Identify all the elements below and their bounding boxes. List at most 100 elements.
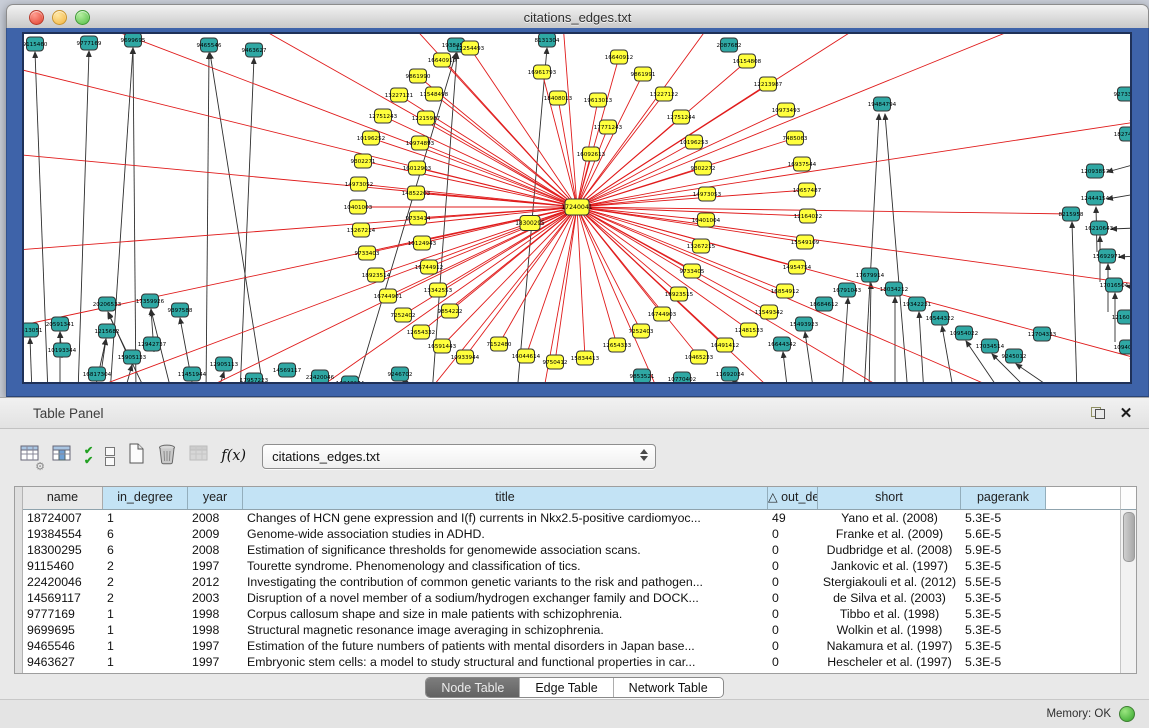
graph-edge[interactable] xyxy=(240,58,254,382)
delete-table-button[interactable] xyxy=(189,442,209,470)
table-row[interactable]: 946362711997Embryonic stem cells: a mode… xyxy=(23,654,1136,670)
show-columns-button[interactable] xyxy=(52,442,72,470)
cell-title: Tourette syndrome. Phenomenology and cla… xyxy=(243,558,768,574)
graph-edge[interactable] xyxy=(1072,222,1077,382)
graph-edge[interactable] xyxy=(78,51,89,382)
table-source-select[interactable]: citations_edges.txt xyxy=(262,444,656,469)
graph-edge[interactable] xyxy=(558,98,577,207)
column-header-title[interactable]: title xyxy=(243,487,768,509)
delete-column-button[interactable] xyxy=(157,442,177,470)
graph-node-label: 14569117 xyxy=(273,368,302,374)
create-column-button[interactable] xyxy=(127,442,145,470)
table-row[interactable]: 1938455462009Genome-wide association stu… xyxy=(23,526,1136,542)
float-panel-icon xyxy=(1091,407,1105,419)
close-panel-button[interactable]: ✕ xyxy=(1115,403,1137,423)
window-titlebar[interactable]: citations_edges.txt xyxy=(6,4,1149,30)
graph-edge[interactable] xyxy=(124,365,132,382)
graph-edge[interactable] xyxy=(92,34,577,207)
graph-node-label: 10954022 xyxy=(950,331,978,337)
float-panel-button[interactable] xyxy=(1087,403,1109,423)
column-header-in_degree[interactable]: in_degree xyxy=(103,487,188,509)
cell-short: Stergiakouli et al. (2012) xyxy=(818,574,961,590)
table-options-button[interactable]: ⚙ xyxy=(20,442,40,470)
graph-edge[interactable] xyxy=(805,332,814,382)
graph-edge[interactable] xyxy=(577,207,1130,284)
graph-edge[interactable] xyxy=(210,53,264,382)
zoom-window-button[interactable] xyxy=(75,10,90,25)
column-header-pagerank[interactable]: pagerank xyxy=(961,487,1046,509)
function-builder-icon: f(x) xyxy=(221,448,246,464)
graph-edge[interactable] xyxy=(242,34,577,207)
graph-node-label: 19613013 xyxy=(584,98,613,104)
graph-edge[interactable] xyxy=(217,372,224,382)
graph-node-label: 9699695 xyxy=(121,38,146,44)
graph-node-label: 19484794 xyxy=(868,102,897,108)
table-row[interactable]: 946554611997Estimation of the future num… xyxy=(23,638,1136,654)
graph-node-label: 16937544 xyxy=(788,162,817,168)
tab-node-table[interactable]: Node Table xyxy=(426,678,520,697)
function-builder-button[interactable]: f(x) xyxy=(221,442,246,470)
graph-edge[interactable] xyxy=(562,34,577,207)
cell-name: 18724007 xyxy=(23,510,103,526)
table-row[interactable]: 1456911722003Disruption of a novel membe… xyxy=(23,590,1136,606)
graph-edge[interactable] xyxy=(577,74,643,207)
graph-edge[interactable] xyxy=(1016,364,1060,382)
graph-edge[interactable] xyxy=(842,298,848,382)
tab-network-table[interactable]: Network Table xyxy=(614,678,723,697)
vertical-scrollbar[interactable] xyxy=(1120,510,1136,673)
cell-in_degree: 1 xyxy=(103,510,188,526)
network-canvas[interactable]: 9115460977716996996959465546946362719384… xyxy=(24,34,1130,382)
graph-edge[interactable] xyxy=(470,48,577,207)
graph-edge[interactable] xyxy=(577,34,1042,207)
column-header-name[interactable]: name xyxy=(23,487,103,509)
row-height-button[interactable] xyxy=(105,442,115,470)
graph-node-label: 18034212 xyxy=(880,287,908,293)
graph-edge[interactable] xyxy=(24,207,577,252)
graph-edge[interactable] xyxy=(1111,228,1130,229)
table-row[interactable]: 2242004622012Investigating the contribut… xyxy=(23,574,1136,590)
graph-node-label: 9861991 xyxy=(631,72,656,78)
table-row[interactable]: 1872400712008Changes of HCN gene express… xyxy=(23,510,1136,526)
table-row[interactable]: 1830029562008Estimation of significance … xyxy=(23,542,1136,558)
column-header-year[interactable]: year xyxy=(188,487,243,509)
select-columns-button[interactable]: ✔✔ xyxy=(84,442,93,470)
graph-edge[interactable] xyxy=(363,161,577,207)
cell-year: 1998 xyxy=(188,622,243,638)
graph-edge[interactable] xyxy=(420,143,577,207)
graph-edge[interactable] xyxy=(434,94,577,207)
graph-node-label: 8215958 xyxy=(1059,212,1084,218)
graph-edge[interactable] xyxy=(450,207,577,311)
graph-node-label: 9750412 xyxy=(543,360,568,366)
table-panel: Table Panel ✕ ⚙ ✔✔ xyxy=(0,397,1149,728)
table-row[interactable]: 911546021997Tourette syndrome. Phenomeno… xyxy=(23,558,1136,574)
cell-short: Dudbridge et al. (2008) xyxy=(818,542,961,558)
graph-node-label: 7152480 xyxy=(487,342,512,348)
graph-edge[interactable] xyxy=(206,53,209,382)
graph-edge[interactable] xyxy=(30,338,32,382)
graph-edge[interactable] xyxy=(919,312,924,382)
tab-edge-table[interactable]: Edge Table xyxy=(520,678,613,697)
graph-node-label: 10465233 xyxy=(685,355,714,361)
close-window-button[interactable] xyxy=(29,10,44,25)
graph-edge[interactable] xyxy=(1107,164,1130,172)
graph-edge[interactable] xyxy=(783,352,788,382)
graph-edge[interactable] xyxy=(577,207,662,314)
graph-edge[interactable] xyxy=(577,34,722,207)
graph-node-label: 14852203 xyxy=(402,191,431,197)
graph-node-label: 14954754 xyxy=(783,265,812,271)
column-header-out_degree[interactable]: △ out_de... xyxy=(768,487,818,509)
graph-edge[interactable] xyxy=(1107,194,1130,199)
table-row[interactable]: 969969511998Structural magnetic resonanc… xyxy=(23,622,1136,638)
network-view[interactable]: 9115460977716996996959465546946362719384… xyxy=(22,32,1132,384)
cell-in_degree: 1 xyxy=(103,606,188,622)
graph-edge[interactable] xyxy=(577,207,1071,214)
graph-edge[interactable] xyxy=(24,207,577,332)
scrollbar-thumb[interactable] xyxy=(1123,512,1135,562)
table-row[interactable]: 977716911998Corpus callosum shape and si… xyxy=(23,606,1136,622)
memory-status-icon[interactable] xyxy=(1119,706,1135,722)
column-header-short[interactable]: short xyxy=(818,487,961,509)
graph-edge[interactable] xyxy=(577,207,1022,382)
graph-node-label: 16791043 xyxy=(833,288,862,294)
minimize-window-button[interactable] xyxy=(52,10,67,25)
graph-node-label: 17771243 xyxy=(594,125,623,131)
